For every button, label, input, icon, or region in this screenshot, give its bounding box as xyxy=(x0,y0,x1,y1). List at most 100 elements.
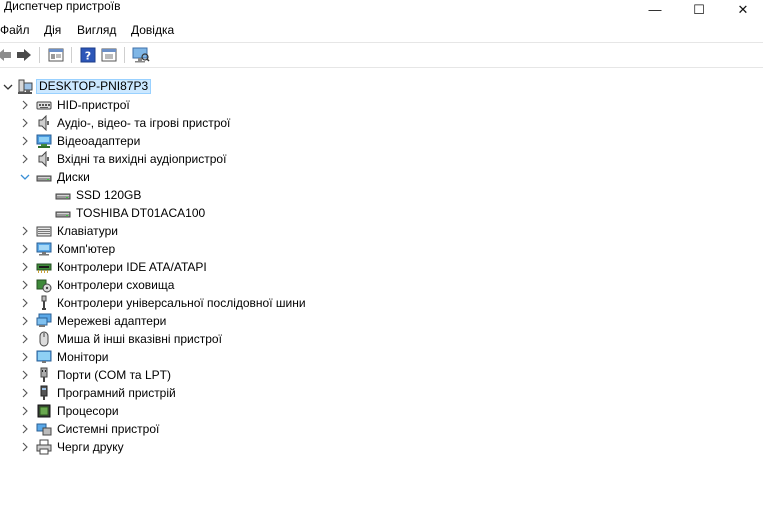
tree-item-label: Контролери сховища xyxy=(57,278,175,292)
tree-item-system-devices[interactable]: Системні пристрої xyxy=(0,420,763,438)
tree-item-label: Контролери IDE ATA/ATAPI xyxy=(57,260,207,274)
chevron-right-icon[interactable] xyxy=(19,333,31,345)
chevron-right-icon[interactable] xyxy=(19,405,31,417)
tree-item-disk-drives[interactable]: Диски xyxy=(0,168,763,186)
tree-root[interactable]: DESKTOP-PNI87P3 xyxy=(0,78,763,96)
chevron-right-icon[interactable] xyxy=(19,225,31,237)
tree-item-ide-controllers[interactable]: Контролери IDE ATA/ATAPI xyxy=(0,258,763,276)
update-driver-button[interactable] xyxy=(100,46,118,64)
tree-item-usb-controllers[interactable]: Контролери універсальної послідовної шин… xyxy=(0,294,763,312)
chevron-right-icon[interactable] xyxy=(19,351,31,363)
maximize-button[interactable]: ☐ xyxy=(676,0,722,19)
chevron-right-icon[interactable] xyxy=(19,117,31,129)
chevron-right-icon[interactable] xyxy=(19,261,31,273)
tree-item-monitors[interactable]: Монітори xyxy=(0,348,763,366)
scan-hardware-icon xyxy=(132,47,150,63)
toolbar: ? xyxy=(0,43,763,68)
chevron-right-icon[interactable] xyxy=(19,387,31,399)
tree-item-software-device[interactable]: Програмний пристрій xyxy=(0,384,763,402)
svg-text:?: ? xyxy=(85,50,91,63)
properties-button[interactable] xyxy=(47,46,65,64)
tree-item-audio-video-game[interactable]: Аудіо-, відео- та ігрові пристрої xyxy=(0,114,763,132)
printer-icon xyxy=(36,439,52,455)
tree-item-ports[interactable]: Порти (COM та LPT) xyxy=(0,366,763,384)
tree-item-label: Черги друку xyxy=(57,440,124,454)
chevron-down-icon[interactable] xyxy=(2,81,14,93)
tree-item-keyboards[interactable]: Клавіатури xyxy=(0,222,763,240)
close-icon: ✕ xyxy=(737,1,749,17)
network-adapter-icon xyxy=(36,313,52,329)
chevron-right-icon[interactable] xyxy=(19,423,31,435)
tree-item-computer[interactable]: Комп'ютер xyxy=(0,240,763,258)
menu-bar: Файл Дія Вигляд Довідка xyxy=(0,19,763,43)
speaker-icon xyxy=(36,150,52,168)
toolbar-separator xyxy=(71,47,72,63)
processor-icon xyxy=(36,403,52,419)
tree-item-disk-toshiba[interactable]: TOSHIBA DT01ACA100 xyxy=(0,204,763,222)
menu-view[interactable]: Вигляд xyxy=(77,23,116,38)
port-icon xyxy=(36,367,52,383)
tree-item-mice[interactable]: Миша й інші вказівні пристрої xyxy=(0,330,763,348)
tree-item-label: Процесори xyxy=(57,404,119,418)
system-device-icon xyxy=(36,421,52,437)
disk-drive-icon xyxy=(55,187,71,203)
forward-button[interactable] xyxy=(15,46,33,64)
tree-item-label: SSD 120GB xyxy=(76,188,142,202)
scan-hardware-button[interactable] xyxy=(132,46,150,64)
chevron-right-icon[interactable] xyxy=(19,297,31,309)
tree-item-label: HID-пристрої xyxy=(57,98,130,112)
computer-icon xyxy=(36,241,52,257)
device-tree: DESKTOP-PNI87P3 HID-пристрої Аудіо-, від… xyxy=(0,68,763,518)
tree-item-display-adapters[interactable]: Відеоадаптери xyxy=(0,132,763,150)
tree-item-hid[interactable]: HID-пристрої xyxy=(0,96,763,114)
tree-item-label: Програмний пристрій xyxy=(57,386,176,400)
menu-help[interactable]: Довідка xyxy=(131,23,174,38)
help-button[interactable]: ? xyxy=(79,46,97,64)
usb-icon xyxy=(36,295,52,311)
tree-item-label: Монітори xyxy=(57,350,109,364)
tree-item-label: Комп'ютер xyxy=(57,242,116,256)
display-adapter-icon xyxy=(36,133,52,149)
ide-controller-icon xyxy=(36,259,52,275)
storage-controller-icon xyxy=(36,277,52,293)
chevron-right-icon[interactable] xyxy=(19,441,31,453)
chevron-down-icon[interactable] xyxy=(19,171,31,183)
tree-item-label: TOSHIBA DT01ACA100 xyxy=(76,206,206,220)
disk-drive-icon xyxy=(55,205,71,221)
chevron-right-icon[interactable] xyxy=(19,243,31,255)
software-device-icon xyxy=(36,385,52,401)
update-driver-icon xyxy=(101,48,117,62)
tree-item-disk-ssd[interactable]: SSD 120GB xyxy=(0,186,763,204)
tree-item-label: Мережеві адаптери xyxy=(57,314,167,328)
chevron-right-icon[interactable] xyxy=(19,135,31,147)
tree-item-network-adapters[interactable]: Мережеві адаптери xyxy=(0,312,763,330)
minimize-icon: — xyxy=(648,2,662,17)
chevron-right-icon[interactable] xyxy=(19,153,31,165)
tree-item-label: Системні пристрої xyxy=(57,422,160,436)
tree-item-label: Миша й інші вказівні пристрої xyxy=(57,332,222,346)
back-button[interactable] xyxy=(0,46,13,64)
tree-item-audio-inputs-outputs[interactable]: Вхідні та вихідні аудіопристрої xyxy=(0,150,763,168)
properties-icon xyxy=(48,48,64,62)
tree-item-print-queues[interactable]: Черги друку xyxy=(0,438,763,456)
chevron-right-icon[interactable] xyxy=(19,315,31,327)
mouse-icon xyxy=(36,331,52,347)
chevron-right-icon[interactable] xyxy=(19,99,31,111)
tree-item-label: Аудіо-, відео- та ігрові пристрої xyxy=(57,116,231,130)
tree-item-label: Диски xyxy=(57,170,90,184)
monitor-icon xyxy=(36,349,52,365)
keyboard-icon xyxy=(36,223,52,239)
tree-item-processors[interactable]: Процесори xyxy=(0,402,763,420)
tree-item-storage-controllers[interactable]: Контролери сховища xyxy=(0,276,763,294)
disk-drive-icon xyxy=(36,169,52,185)
tree-root-label: DESKTOP-PNI87P3 xyxy=(36,79,152,94)
chevron-right-icon[interactable] xyxy=(19,369,31,381)
help-icon: ? xyxy=(80,47,96,63)
forward-arrow-icon xyxy=(17,49,31,61)
close-button[interactable]: ✕ xyxy=(720,0,763,19)
hid-icon xyxy=(36,97,52,113)
menu-file[interactable]: Файл xyxy=(0,23,30,38)
menu-action[interactable]: Дія xyxy=(44,23,61,38)
minimize-button[interactable]: — xyxy=(632,0,678,19)
chevron-right-icon[interactable] xyxy=(19,279,31,291)
